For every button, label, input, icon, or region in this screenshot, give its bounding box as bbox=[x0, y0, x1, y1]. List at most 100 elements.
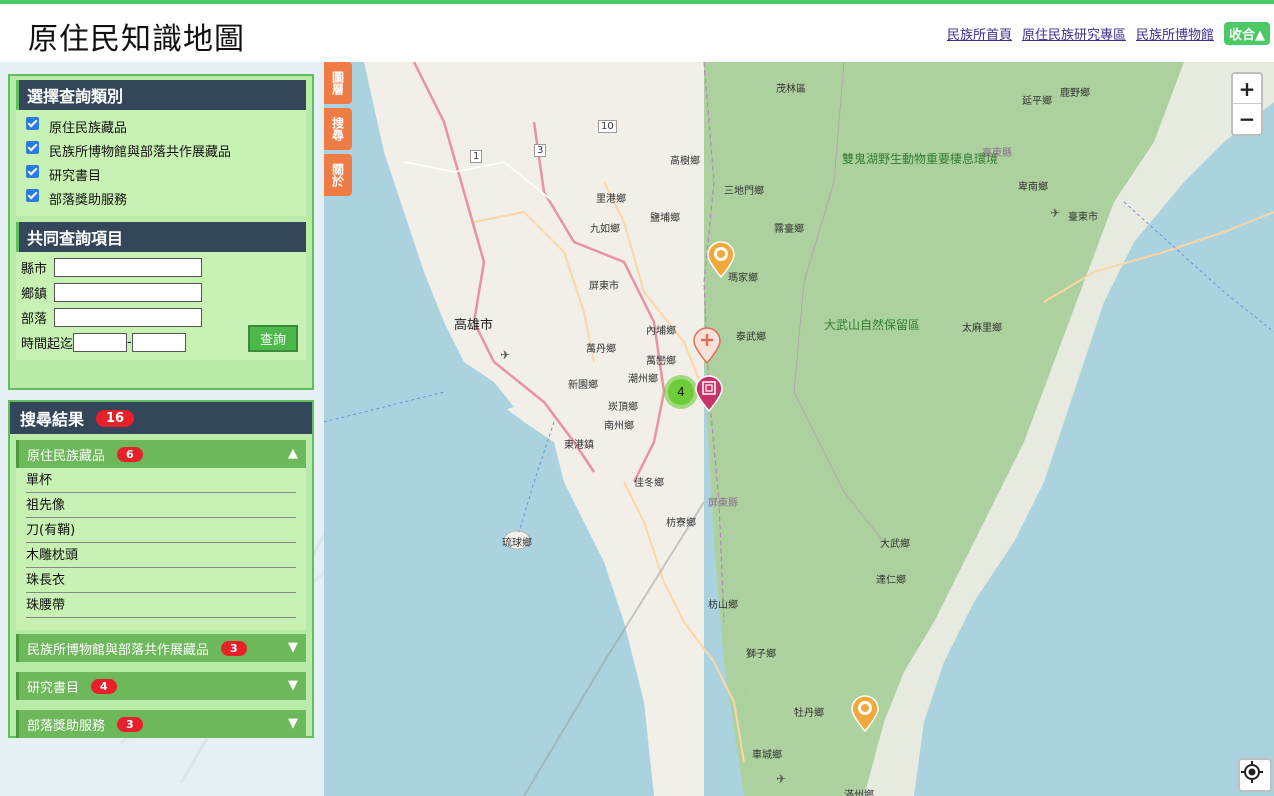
road-shield: 10 bbox=[598, 120, 617, 133]
map-label: 鹿野鄉 bbox=[1060, 88, 1090, 99]
result-group-count-badge: 3 bbox=[221, 640, 247, 656]
query-panel-title: 共同查詢項目 bbox=[16, 222, 306, 252]
result-item[interactable]: 珠長衣 bbox=[26, 568, 296, 593]
map-label: 屏東縣 bbox=[708, 498, 738, 509]
category-option-label: 研究書目 bbox=[49, 168, 102, 184]
map-tiles bbox=[324, 62, 1274, 796]
map-label: 萬巒鄉 bbox=[646, 356, 676, 367]
map-label: 太麻里鄉 bbox=[962, 323, 1002, 334]
tab-search[interactable]: 搜尋 bbox=[324, 108, 352, 150]
township-input[interactable] bbox=[54, 283, 202, 302]
time-label: 時間起迄 bbox=[21, 337, 74, 352]
checkbox-checked-icon[interactable] bbox=[26, 116, 39, 130]
map-label: 琉球鄉 bbox=[502, 538, 532, 549]
query-panel: 選擇查詢類別 原住民族藏品 民族所博物館與部落共作展藏品 研究書目 部落獎助服務… bbox=[8, 74, 314, 390]
map-label: 東港鎮 bbox=[564, 440, 594, 451]
chevron-down-icon[interactable]: ▼ bbox=[288, 716, 298, 731]
county-input[interactable] bbox=[54, 258, 202, 277]
sidebar: 選擇查詢類別 原住民族藏品 民族所博物館與部落共作展藏品 研究書目 部落獎助服務… bbox=[0, 62, 324, 796]
map-label: 屏東市 bbox=[589, 281, 619, 292]
result-group-header[interactable]: 研究書目 4 ▼ bbox=[16, 672, 306, 700]
map-label: 臺東市 bbox=[1068, 212, 1098, 223]
map-label: 九如鄉 bbox=[590, 224, 620, 235]
site-title: 原住民知識地圖 bbox=[28, 22, 245, 57]
map-label: 崁頂鄉 bbox=[608, 402, 638, 413]
map-label: 潮州鄉 bbox=[628, 374, 658, 385]
airport-icon: ✈ bbox=[776, 772, 787, 786]
result-items-list: 單杯 祖先像 刀(有鞘) 木雕枕頭 珠長衣 珠腰帶 bbox=[16, 468, 306, 630]
map-label: 萬丹鄉 bbox=[586, 344, 616, 355]
link-museum[interactable]: 民族所博物館 bbox=[1136, 24, 1214, 43]
results-title-bar: 搜尋結果 16 bbox=[10, 402, 312, 434]
link-ioe-home[interactable]: 民族所首頁 bbox=[947, 24, 1012, 43]
map-label: 高雄市 bbox=[454, 318, 494, 333]
zoom-out-button[interactable]: − bbox=[1233, 104, 1261, 134]
county-label: 縣市 bbox=[21, 262, 48, 277]
result-group-label: 原住民族藏品 bbox=[27, 448, 106, 464]
results-total-badge: 16 bbox=[96, 409, 135, 427]
result-item[interactable]: 刀(有鞘) bbox=[26, 518, 296, 543]
checkbox-checked-icon[interactable] bbox=[26, 164, 39, 178]
chevron-down-icon[interactable]: ▼ bbox=[288, 640, 298, 655]
chevron-up-icon[interactable]: ▲ bbox=[288, 446, 298, 461]
tab-layers[interactable]: 圖層 bbox=[324, 62, 352, 104]
marker-collection-icon[interactable] bbox=[706, 240, 736, 278]
category-panel-title: 選擇查詢類別 bbox=[16, 80, 306, 110]
marker-cluster[interactable]: 4 bbox=[664, 375, 698, 409]
link-research-area[interactable]: 原住民族研究專區 bbox=[1022, 24, 1126, 43]
result-item[interactable]: 單杯 bbox=[26, 468, 296, 493]
tab-about[interactable]: 關於 bbox=[324, 154, 352, 196]
township-label: 鄉鎮 bbox=[21, 287, 48, 302]
marker-bibliography-icon[interactable] bbox=[694, 374, 724, 412]
category-option[interactable]: 民族所博物館與部落共作展藏品 bbox=[16, 138, 306, 162]
checkbox-checked-icon[interactable] bbox=[26, 140, 39, 154]
category-option-label: 民族所博物館與部落共作展藏品 bbox=[49, 144, 232, 160]
page-header: 原住民知識地圖 民族所首頁 原住民族研究專區 民族所博物館 收合▲ bbox=[0, 4, 1274, 62]
map-label: 車城鄉 bbox=[752, 750, 782, 761]
map-label: 高樹鄉 bbox=[670, 156, 700, 167]
map-label: 枋山鄉 bbox=[708, 600, 738, 611]
result-group-header[interactable]: 民族所博物館與部落共作展藏品 3 ▼ bbox=[16, 634, 306, 662]
zoom-in-button[interactable]: + bbox=[1233, 74, 1261, 104]
map-label: 雙鬼湖野生動物重要棲息環境 bbox=[842, 152, 998, 167]
map-label: 達仁鄉 bbox=[876, 575, 906, 586]
map-label: 延平鄉 bbox=[1022, 96, 1052, 107]
locate-button[interactable] bbox=[1238, 758, 1272, 792]
result-item[interactable]: 珠腰帶 bbox=[26, 593, 296, 618]
category-option[interactable]: 原住民族藏品 bbox=[16, 114, 306, 138]
time-start-input[interactable] bbox=[73, 333, 128, 352]
result-group-label: 部落獎助服務 bbox=[27, 718, 106, 734]
marker-collection-icon[interactable] bbox=[850, 694, 880, 732]
map-label: 佳冬鄉 bbox=[634, 478, 664, 489]
tribe-label: 部落 bbox=[21, 312, 48, 327]
category-option[interactable]: 部落獎助服務 bbox=[16, 186, 306, 210]
tribe-input[interactable] bbox=[54, 308, 202, 327]
airport-icon: ✈ bbox=[1050, 206, 1061, 220]
map-label: 獅子鄉 bbox=[746, 649, 776, 660]
result-group-count-badge: 3 bbox=[117, 716, 143, 732]
marker-museum-icon[interactable] bbox=[692, 326, 722, 364]
result-group-label: 研究書目 bbox=[27, 680, 80, 696]
result-item[interactable]: 祖先像 bbox=[26, 493, 296, 518]
map-view[interactable]: 茂林區 延平鄉 鹿野鄉 高樹鄉 三地門鄉 里港鄉 鹽埔鄉 九如鄉 霧臺鄉 雙鬼湖… bbox=[324, 62, 1274, 796]
result-group-label: 民族所博物館與部落共作展藏品 bbox=[27, 642, 210, 658]
category-option[interactable]: 研究書目 bbox=[16, 162, 306, 186]
results-panel: 搜尋結果 16 原住民族藏品 6 ▲ 單杯 祖先像 刀(有鞘) 木雕枕頭 珠長衣… bbox=[8, 400, 314, 738]
collapse-button[interactable]: 收合▲ bbox=[1224, 22, 1270, 45]
map-label: 茂林區 bbox=[776, 84, 806, 95]
result-group-header[interactable]: 原住民族藏品 6 ▲ bbox=[16, 440, 306, 468]
map-label: 滿州鄉 bbox=[844, 790, 874, 796]
road-shield: 1 bbox=[470, 150, 483, 163]
result-group-header[interactable]: 部落獎助服務 3 ▼ bbox=[16, 710, 306, 738]
result-group-count-badge: 4 bbox=[91, 678, 117, 694]
time-end-input[interactable] bbox=[131, 333, 186, 352]
cluster-count: 4 bbox=[668, 379, 694, 405]
query-button[interactable]: 查詢 bbox=[248, 325, 298, 352]
map-label: 鹽埔鄉 bbox=[650, 213, 680, 224]
zoom-control: + − bbox=[1231, 72, 1263, 136]
chevron-down-icon[interactable]: ▼ bbox=[288, 678, 298, 693]
result-item[interactable]: 木雕枕頭 bbox=[26, 543, 296, 568]
checkbox-checked-icon[interactable] bbox=[26, 188, 39, 202]
map-label: 臺東縣 bbox=[982, 148, 1012, 159]
category-option-label: 原住民族藏品 bbox=[49, 120, 128, 136]
